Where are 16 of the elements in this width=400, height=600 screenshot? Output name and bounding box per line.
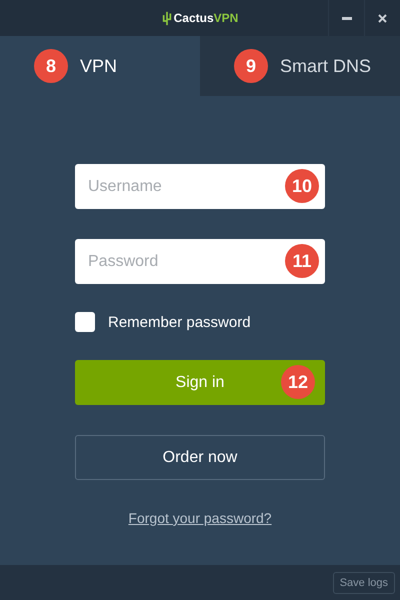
forgot-password-link[interactable]: Forgot your password? (128, 510, 272, 526)
number-badge: 9 (234, 49, 268, 83)
minimize-icon (342, 16, 352, 20)
number-badge: 8 (34, 49, 68, 83)
cactus-icon (162, 10, 172, 26)
save-logs-button[interactable]: Save logs (332, 572, 395, 594)
sign-in-button[interactable]: Sign in 12 (75, 360, 325, 405)
app-logo: CactusVPN (174, 11, 238, 25)
order-button[interactable]: Order now (75, 435, 325, 480)
tab-label: Smart DNS (280, 56, 372, 76)
close-icon (378, 14, 387, 22)
checkbox[interactable] (75, 312, 95, 332)
checkbox-label: Remember password (108, 314, 251, 330)
tab[interactable]: 9 Smart DNS (200, 36, 400, 96)
tab-label: VPN (80, 56, 118, 76)
number-badge: 12 (281, 365, 315, 399)
